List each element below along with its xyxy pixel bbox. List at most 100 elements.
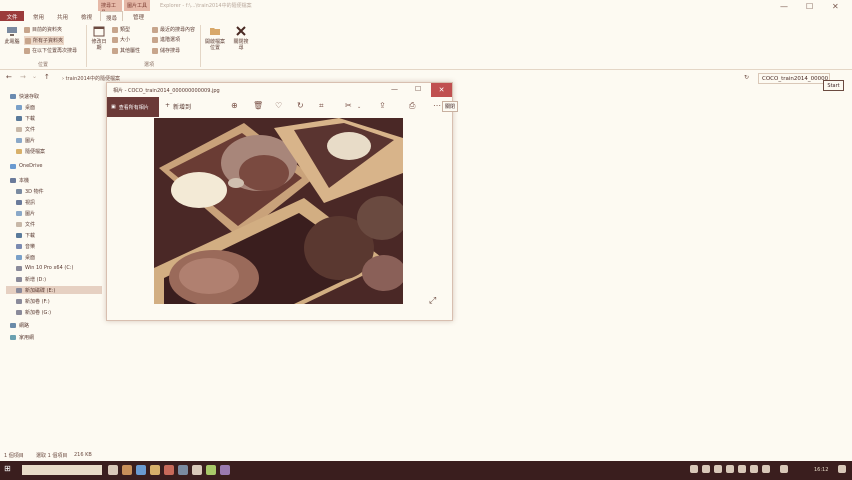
app-icon[interactable] — [192, 465, 202, 475]
modified-date-button[interactable]: 修改日期 — [90, 25, 108, 51]
app-icon[interactable] — [220, 465, 230, 475]
chevron-down-icon[interactable]: ⌄ — [357, 104, 361, 110]
tray-icon[interactable] — [738, 465, 746, 473]
maximize-icon[interactable]: ☐ — [415, 85, 421, 93]
add-to-button[interactable]: + 新增到 — [165, 102, 191, 111]
size-dropdown[interactable]: 大小 — [112, 36, 130, 43]
nav-item-documents-pc[interactable]: 文件 — [16, 220, 35, 228]
zoom-icon[interactable]: ⊕ — [231, 101, 238, 110]
nav-onedrive[interactable]: OneDrive — [10, 162, 43, 170]
tray-icon[interactable] — [780, 465, 788, 473]
nav-label: Win 10 Pro x64 (C:) — [25, 265, 74, 271]
advanced-options-label: 進階選項 — [160, 37, 181, 43]
nav-item-downloads-pc[interactable]: 下載 — [16, 231, 35, 239]
up-arrow-icon[interactable]: ↑ — [44, 73, 50, 81]
rotate-icon[interactable]: ↻ — [297, 101, 304, 110]
search-input[interactable]: COCO_train2014_00000 — [758, 73, 830, 84]
current-folder-button[interactable]: 目前的資料夾 — [24, 26, 62, 33]
share-icon[interactable]: ⇪ — [379, 101, 386, 110]
tray-icon[interactable] — [702, 465, 710, 473]
windows-start-icon[interactable]: ⊞ — [4, 464, 14, 474]
delete-icon[interactable]: 🗑 — [253, 101, 263, 110]
nav-network[interactable]: 網路 — [10, 321, 29, 329]
app-icon[interactable] — [164, 465, 174, 475]
expand-icon[interactable]: ⤢ — [429, 296, 436, 306]
nav-item-music[interactable]: 音樂 — [16, 242, 35, 250]
all-subfolders-button[interactable]: 所有子資料夾 — [24, 36, 65, 45]
network-icon[interactable] — [750, 465, 758, 473]
context-tab-search-tools[interactable]: 搜尋工具 — [98, 0, 122, 16]
nav-item-videos[interactable]: 視訊 — [16, 198, 35, 206]
nav-thispc[interactable]: 本機 — [10, 176, 29, 184]
task-view-icon[interactable] — [108, 465, 118, 475]
open-file-location-button[interactable]: 開啟檔案位置 — [204, 25, 226, 51]
tab-manage[interactable]: 管理 — [128, 11, 149, 21]
back-arrow-icon[interactable]: ← — [6, 73, 12, 81]
computer-icon — [7, 27, 17, 36]
app-icon[interactable] — [206, 465, 216, 475]
music-icon — [16, 243, 22, 249]
tray-icon[interactable] — [690, 465, 698, 473]
minimize-icon[interactable]: — — [780, 2, 788, 11]
taskbar-search-box[interactable] — [22, 465, 102, 475]
nav-item-3d[interactable]: 3D 物件 — [16, 187, 44, 195]
app-icon[interactable] — [122, 465, 132, 475]
tab-share[interactable]: 共用 — [52, 11, 73, 21]
minimize-icon[interactable]: — — [391, 85, 398, 93]
nav-item-desktop-pc[interactable]: 桌面 — [16, 253, 35, 261]
folder-icon[interactable] — [150, 465, 160, 475]
nav-item-documents[interactable]: 文件 — [16, 125, 35, 133]
tab-view[interactable]: 檢視 — [76, 11, 97, 21]
volume-icon[interactable] — [762, 465, 770, 473]
nav-label: 視訊 — [25, 199, 36, 206]
nav-item-pictures[interactable]: 圖片 — [16, 136, 35, 144]
recent-locations-icon[interactable]: ⌄ — [32, 73, 37, 80]
thispc-button[interactable]: 此電腦 — [4, 25, 20, 45]
print-icon[interactable]: ⎙ — [409, 101, 415, 111]
kind-dropdown[interactable]: 類型 — [112, 26, 130, 33]
nav-item-drive-g[interactable]: 新加卷 (G:) — [16, 308, 51, 316]
favorite-heart-icon[interactable]: ♡ — [275, 101, 282, 110]
nav-item-drive-f[interactable]: 新加卷 (F:) — [16, 297, 50, 305]
tab-home[interactable]: 常用 — [28, 11, 49, 21]
other-properties-dropdown[interactable]: 其他屬性 — [112, 47, 140, 54]
nav-item-drive-d[interactable]: 新增 (D:) — [16, 275, 46, 283]
more-options-icon[interactable]: ⋯ — [433, 101, 441, 110]
nav-label: 網路 — [19, 322, 30, 329]
app-icon[interactable] — [178, 465, 188, 475]
crop-icon[interactable]: ⌗ — [319, 101, 324, 111]
refresh-icon[interactable]: ↻ — [744, 74, 749, 81]
notifications-icon[interactable] — [838, 465, 846, 473]
search-again-button[interactable]: 在以下位置再次搜尋 — [24, 47, 77, 54]
cube-icon — [16, 188, 22, 194]
edit-icon[interactable]: ✂ — [345, 101, 352, 110]
nav-item-drive-e[interactable]: 新加磁碟 (E:) — [6, 286, 102, 294]
maximize-icon[interactable]: ☐ — [806, 2, 813, 11]
nav-item-desktop[interactable]: 桌面 — [16, 103, 35, 111]
see-all-photos-button[interactable]: ▣ 查看所有相片 — [107, 97, 159, 117]
nav-label: 3D 物件 — [25, 188, 44, 195]
tab-search[interactable]: 搜尋 — [100, 11, 124, 22]
recent-searches-dropdown[interactable]: 最近的搜尋內容 — [152, 26, 195, 33]
nav-homegroup[interactable]: 家用網 — [10, 333, 34, 341]
tab-file[interactable]: 文件 — [0, 11, 24, 21]
nav-item-downloads[interactable]: 下載 — [16, 114, 35, 122]
nav-item-drive-c[interactable]: Win 10 Pro x64 (C:) — [16, 264, 73, 272]
nav-item-pictures-pc[interactable]: 圖片 — [16, 209, 35, 217]
close-search-button[interactable]: 關閉搜尋 — [232, 25, 250, 51]
nav-item-random-files[interactable]: 隨便檔案 — [16, 147, 45, 155]
nav-quick-access[interactable]: 快速存取 — [10, 92, 39, 100]
advanced-options-dropdown[interactable]: 進階選項 — [152, 36, 180, 43]
forward-arrow-icon[interactable]: → — [20, 73, 26, 81]
context-tab-picture-tools[interactable]: 圖片工具 — [124, 0, 150, 11]
tray-icon[interactable] — [726, 465, 734, 473]
tray-icon[interactable] — [714, 465, 722, 473]
close-icon[interactable]: ✕ — [832, 2, 839, 11]
recent-searches-label: 最近的搜尋內容 — [160, 27, 196, 33]
app-icon[interactable] — [136, 465, 146, 475]
save-search-button[interactable]: 儲存搜尋 — [152, 47, 180, 54]
photo-image[interactable] — [154, 118, 403, 304]
viewer-close-button[interactable]: ✕ — [431, 83, 452, 97]
clock-time[interactable]: 16:12 — [814, 467, 828, 473]
start-button[interactable]: Start — [823, 80, 844, 91]
